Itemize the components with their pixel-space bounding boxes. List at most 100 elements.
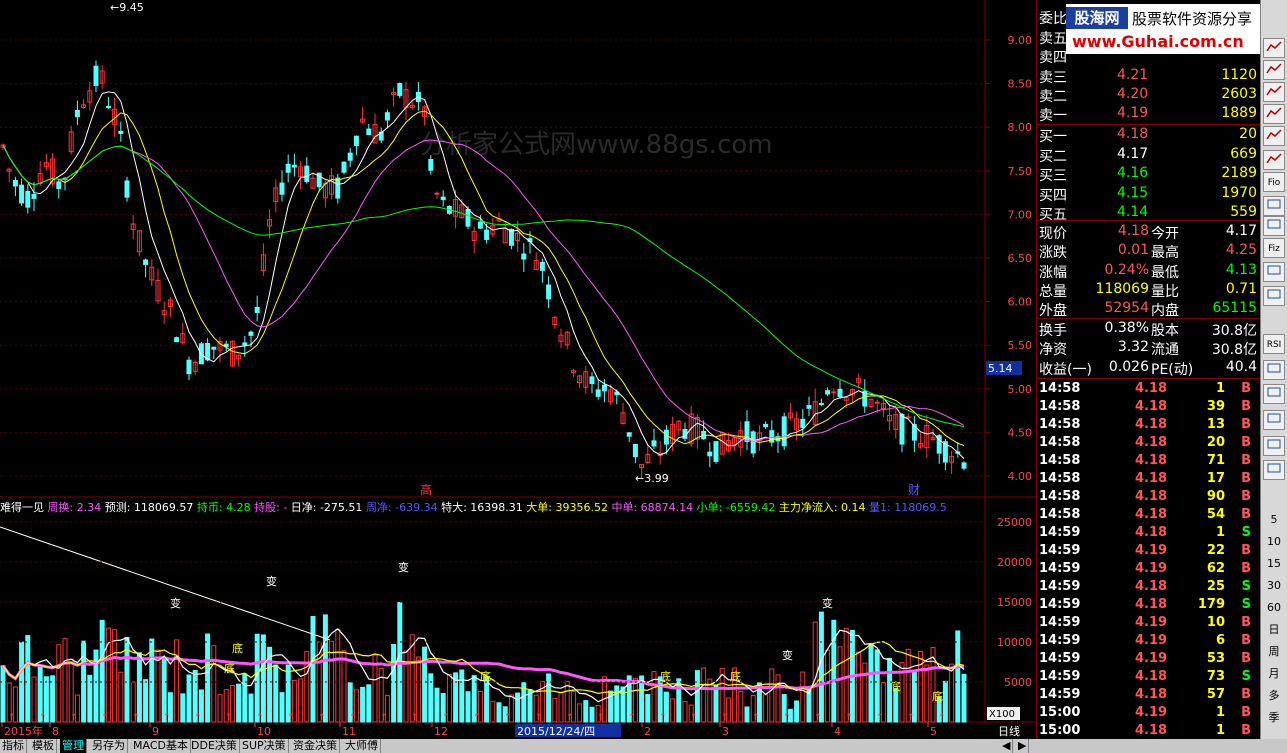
tab-7[interactable]: 资金决策 — [291, 739, 340, 753]
price-tick-label: 6.50 — [1008, 252, 1033, 265]
volume-bar — [490, 700, 496, 723]
toolbar-button-12[interactable]: 季 — [1263, 708, 1285, 728]
tool-icon[interactable] — [1263, 262, 1285, 282]
toolbar-button-8[interactable]: 日 — [1263, 620, 1285, 640]
tab-6[interactable]: SUP决策 — [240, 739, 289, 753]
candle-body — [56, 181, 62, 189]
toolbar-button-7[interactable]: 60 — [1263, 598, 1285, 618]
tool-icon[interactable] — [1263, 360, 1285, 380]
price-tick-label: 7.50 — [1008, 165, 1033, 178]
tick-volume: 13 — [1206, 417, 1225, 432]
tick-price: 4.19 — [1135, 615, 1168, 630]
tab-5[interactable]: DDE决策 — [189, 739, 240, 753]
toolbar-button-6[interactable]: 30 — [1263, 576, 1285, 596]
tool-icon[interactable] — [1263, 286, 1285, 306]
trend-line — [0, 526, 331, 641]
volume-bar — [335, 629, 341, 723]
tool-icon[interactable] — [1263, 460, 1285, 480]
tab-1[interactable]: 模板 — [30, 739, 57, 753]
tool-icon[interactable] — [1263, 384, 1285, 404]
toolbar-button-3[interactable]: 5 — [1263, 510, 1285, 530]
tool-icon[interactable] — [1263, 410, 1285, 430]
volume-bar — [955, 630, 961, 723]
tab-8[interactable]: 大师傅 — [343, 739, 381, 753]
tick-volume: 39 — [1206, 399, 1225, 414]
tool-icon[interactable] — [1263, 196, 1285, 216]
toolbar-button-2[interactable]: RSI — [1263, 334, 1285, 354]
logo-slogan: 股票软件资源分享 — [1132, 10, 1253, 28]
tick-time: 14:59 — [1039, 543, 1081, 558]
high-price-label: ←9.45 — [110, 1, 144, 14]
tool-icon[interactable] — [1263, 216, 1285, 236]
order-sell-row: 卖一 4.19 1889 — [1037, 105, 1261, 124]
candle-body — [539, 261, 545, 271]
chart-type-icon[interactable] — [1263, 150, 1285, 170]
tick-row: 14:58 4.18 17 B — [1037, 471, 1261, 489]
toolbar-button-10[interactable]: 月 — [1263, 664, 1285, 684]
tick-side: B — [1241, 471, 1251, 486]
quote-value: 0.24% — [1104, 261, 1149, 278]
order-book-title: 委比 — [1039, 11, 1067, 27]
volume-bar — [515, 692, 521, 723]
tick-row: 14:58 4.18 1 B — [1037, 381, 1261, 399]
scroll-left-icon[interactable]: ◀ — [1000, 739, 1014, 753]
buy-volume: 20 — [1239, 126, 1257, 142]
volume-bar — [428, 673, 434, 723]
fund-value: 30.8亿 — [1211, 323, 1257, 339]
tick-row: 14:59 4.19 22 B — [1037, 543, 1261, 561]
price-tick-label: 9.00 — [1008, 34, 1033, 47]
scroll-right-icon[interactable]: ▶ — [1016, 739, 1030, 753]
panel-separator — [1037, 318, 1261, 319]
tick-side: B — [1241, 399, 1251, 414]
tick-row: 14:59 4.18 1 S — [1037, 525, 1261, 543]
toolbar-button-1[interactable]: Fiz — [1263, 238, 1285, 258]
period-toolbar: Fio Fiz RSI 5 10 15 30 60 日周月多季 — [1260, 0, 1287, 740]
fund-label: 净资 — [1039, 342, 1067, 359]
tab-0[interactable]: 指标 — [0, 739, 27, 753]
tick-side: B — [1241, 561, 1251, 576]
volume-bar — [279, 692, 285, 723]
tick-volume: 17 — [1206, 471, 1225, 486]
volume-bar — [422, 646, 428, 723]
chart-type-icon[interactable] — [1263, 60, 1285, 80]
tab-3[interactable]: 另存为 — [90, 739, 128, 753]
signal-arrow: ↑ — [225, 713, 233, 723]
chart-area[interactable]: 分析家公式网www.88gs.com 9.00 8.50 8.00 7.50 7.00 6… — [0, 0, 1036, 740]
tick-side: B — [1241, 651, 1251, 666]
volume-bar — [310, 616, 316, 723]
tab-4[interactable]: MACD基本 — [131, 739, 191, 753]
candle-body — [74, 109, 80, 118]
toolbar-button-5[interactable]: 15 — [1263, 554, 1285, 574]
quote-label: 涨跌 — [1039, 245, 1067, 262]
candle-body — [818, 403, 824, 406]
chart-type-icon[interactable] — [1263, 126, 1285, 146]
tick-price: 4.18 — [1135, 399, 1168, 414]
volume-bar — [837, 646, 843, 723]
chart-type-icon[interactable] — [1263, 104, 1285, 124]
chart-type-icon[interactable] — [1263, 82, 1285, 102]
volume-bar — [118, 671, 124, 723]
tick-price: 4.19 — [1135, 705, 1168, 720]
event-high-mark: 高 — [420, 482, 432, 497]
tab-2[interactable]: 管理 — [60, 739, 87, 753]
vol-di-mark: 底 — [890, 679, 901, 693]
price-tick-label: 8.50 — [1008, 78, 1033, 91]
tick-row: 14:59 4.19 10 B — [1037, 615, 1261, 633]
toolbar-button-11[interactable]: 多 — [1263, 686, 1285, 706]
chart-type-icon[interactable] — [1263, 38, 1285, 58]
candle-body — [384, 112, 390, 121]
quote-label: 现价 — [1039, 226, 1067, 242]
toolbar-button-4[interactable]: 10 — [1263, 532, 1285, 552]
signal-arrow: ↑ — [318, 713, 326, 723]
toolbar-button-9[interactable]: 周 — [1263, 642, 1285, 662]
tick-price: 4.18 — [1135, 669, 1168, 684]
tick-row: 14:58 4.18 20 B — [1037, 435, 1261, 453]
fundamental-row: 净资 3.32 流通 30.8亿 — [1037, 339, 1261, 358]
candle-body — [93, 65, 99, 86]
sell-label: 卖三 — [1039, 69, 1067, 86]
indicator-item: 周换: 2.34 — [48, 500, 105, 514]
tool-icon[interactable] — [1263, 436, 1285, 456]
signal-arrow: ↑ — [504, 713, 512, 723]
candle-body — [899, 413, 905, 445]
toolbar-button-0[interactable]: Fio — [1263, 172, 1285, 192]
